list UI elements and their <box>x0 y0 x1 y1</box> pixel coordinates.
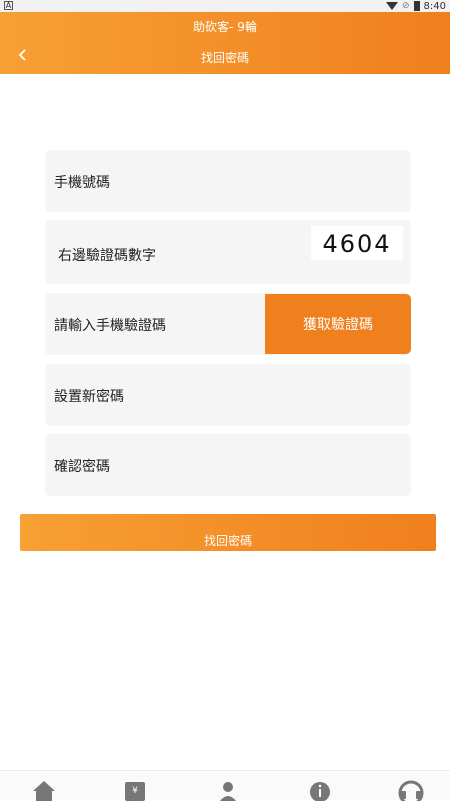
get-code-button[interactable]: 獲取驗證碼 <box>265 294 411 354</box>
nav-profile[interactable] <box>213 779 243 801</box>
phone-field-placeholder: 手機號碼 <box>54 175 110 191</box>
new-password-field[interactable]: 設置新密碼 <box>45 364 411 426</box>
recover-password-button[interactable]: 找回密碼 <box>20 514 436 551</box>
sms-code-placeholder: 請輸入手機驗證碼 <box>54 318 166 334</box>
captcha-field[interactable]: 右邊驗證碼數字 4604 <box>45 220 411 284</box>
status-indicators: ⊘ 8:40 <box>385 0 446 12</box>
captcha-image[interactable]: 4604 <box>311 226 403 260</box>
new-password-placeholder: 設置新密碼 <box>54 389 124 405</box>
phone-field[interactable]: 手機號碼 <box>45 150 411 212</box>
sms-code-field[interactable]: 請輸入手機驗證碼 獲取驗證碼 <box>45 293 411 355</box>
battery-icon <box>413 1 420 11</box>
wifi-icon <box>385 2 398 10</box>
app-notification-icon: A <box>4 1 13 10</box>
status-time: 8:40 <box>423 0 446 12</box>
status-bar: A ⊘ 8:40 <box>0 0 450 12</box>
info-icon <box>310 782 330 801</box>
captcha-field-placeholder: 右邊驗證碼數字 <box>58 248 156 264</box>
confirm-password-placeholder: 確認密碼 <box>54 459 110 475</box>
nav-info[interactable] <box>305 779 335 801</box>
nav-store[interactable]: ¥ <box>120 779 150 801</box>
svg-text:¥: ¥ <box>132 786 138 796</box>
app-header: 助砍客- 9輪 找回密碼 <box>0 12 450 74</box>
home-icon <box>33 781 55 801</box>
app-title: 助砍客- 9輪 <box>193 20 257 34</box>
nav-support[interactable] <box>396 779 426 801</box>
confirm-password-field[interactable]: 確認密碼 <box>45 434 411 496</box>
support-icon <box>398 780 424 801</box>
bottom-nav: ¥ <box>0 770 450 801</box>
captcha-text: 4604 <box>322 230 391 258</box>
profile-icon <box>220 782 236 801</box>
no-signal-icon: ⊘ <box>401 1 410 11</box>
page-title: 找回密碼 <box>200 51 249 65</box>
store-icon: ¥ <box>125 782 145 801</box>
nav-home[interactable] <box>29 779 59 801</box>
